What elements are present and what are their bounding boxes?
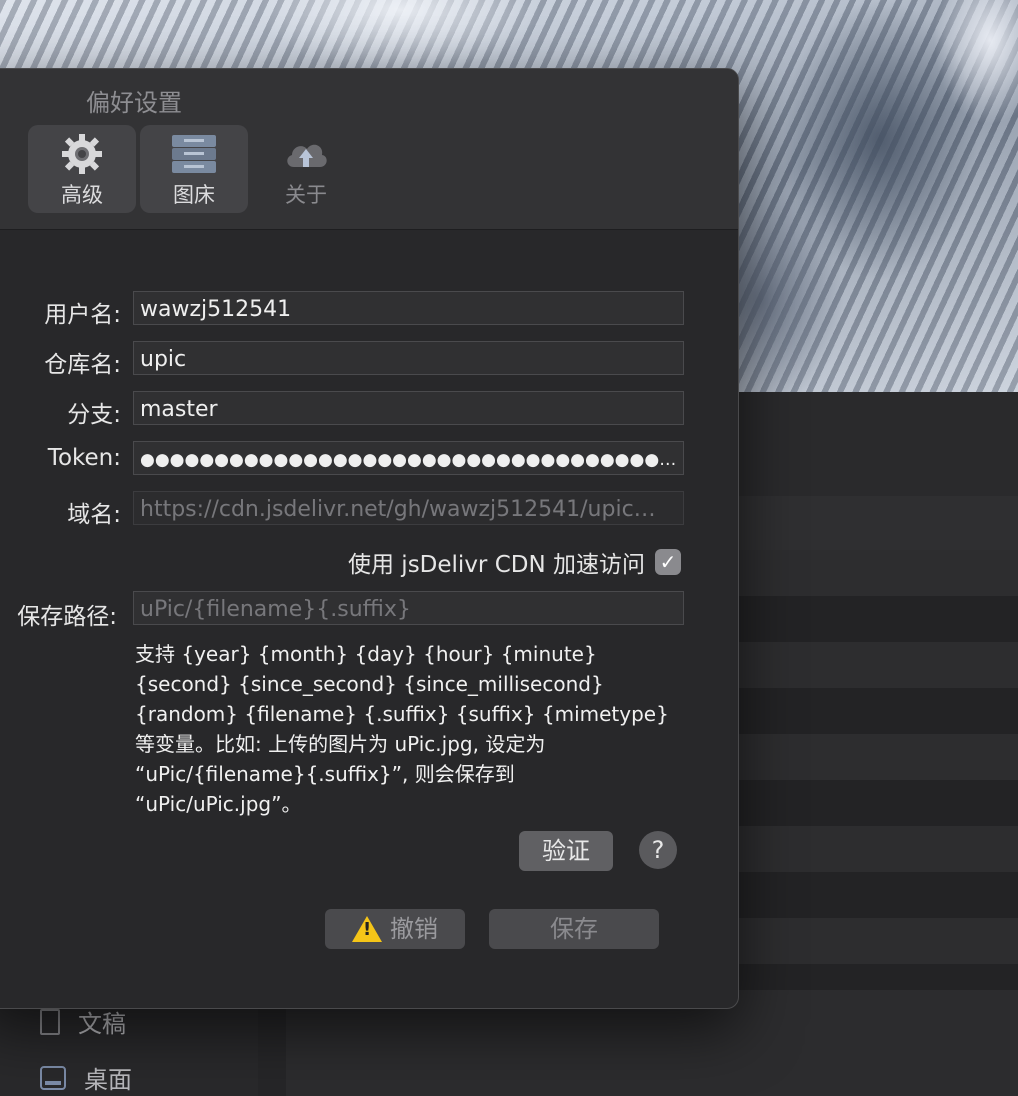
cdn-option[interactable]: 使用 jsDelivr CDN 加速访问 ✓ [281,545,681,579]
branch-label: 分支: [67,402,121,428]
verify-button[interactable]: 验证 [519,831,613,871]
desktop-icon [40,1065,66,1090]
window-title: 偏好设置 [86,89,182,117]
finder-toolbar [738,392,1018,496]
tab-about[interactable]: 关于 [252,125,360,213]
cdn-checkbox[interactable]: ✓ [655,549,681,575]
cancel-button[interactable]: 撤销 [325,909,465,949]
token-label: Token: [47,445,121,471]
warning-icon [352,916,382,942]
finder-header [738,496,1018,551]
username-field[interactable]: wawzj512541 [133,291,684,325]
cancel-button-label: 撤销 [390,915,438,943]
sidebar-item-desktop[interactable]: 桌面 [40,1060,132,1095]
save-path-label: 保存路径: [17,604,117,630]
repo-label: 仓库名: [44,352,121,378]
cloud-upload-icon [287,144,327,167]
branch-field[interactable]: master [133,391,684,425]
checkmark-icon: ✓ [659,550,677,574]
gear-icon [62,134,102,174]
tab-advanced-label: 高级 [61,183,103,207]
repo-field[interactable]: upic [133,341,684,375]
save-path-help-text: 支持 {year} {month} {day} {hour} {minute} … [135,642,669,816]
preferences-window: 偏好设置 高级 图床 关于 用户名: wawzj512541 仓库名: upic… [0,68,739,1009]
sidebar-item-label: 文稿 [78,1010,126,1038]
tab-image-host-label: 图床 [173,183,215,207]
tab-image-host[interactable]: 图床 [140,125,248,213]
token-field[interactable]: ●●●●●●●●●●●●●●●●●●●●●●●●●●●●●●●●●●●●●●●●… [133,441,684,475]
cdn-option-label: 使用 jsDelivr CDN 加速访问 [348,552,645,578]
tab-about-label: 关于 [285,183,327,207]
sidebar-item-label: 桌面 [84,1066,132,1094]
server-icon [172,135,216,173]
sidebar-item-documents[interactable]: 文稿 [40,1004,126,1039]
username-label: 用户名: [44,302,121,328]
domain-field[interactable]: https://cdn.jsdelivr.net/gh/wawzj512541/… [133,491,684,525]
domain-label: 域名: [67,502,121,528]
tab-advanced[interactable]: 高级 [28,125,136,213]
window-toolbar: 偏好设置 高级 图床 关于 [0,69,738,230]
document-icon [40,1008,60,1035]
save-button[interactable]: 保存 [489,909,659,949]
help-button[interactable]: ? [639,831,677,869]
save-path-field[interactable]: uPic/{filename}{.suffix} [133,591,684,625]
